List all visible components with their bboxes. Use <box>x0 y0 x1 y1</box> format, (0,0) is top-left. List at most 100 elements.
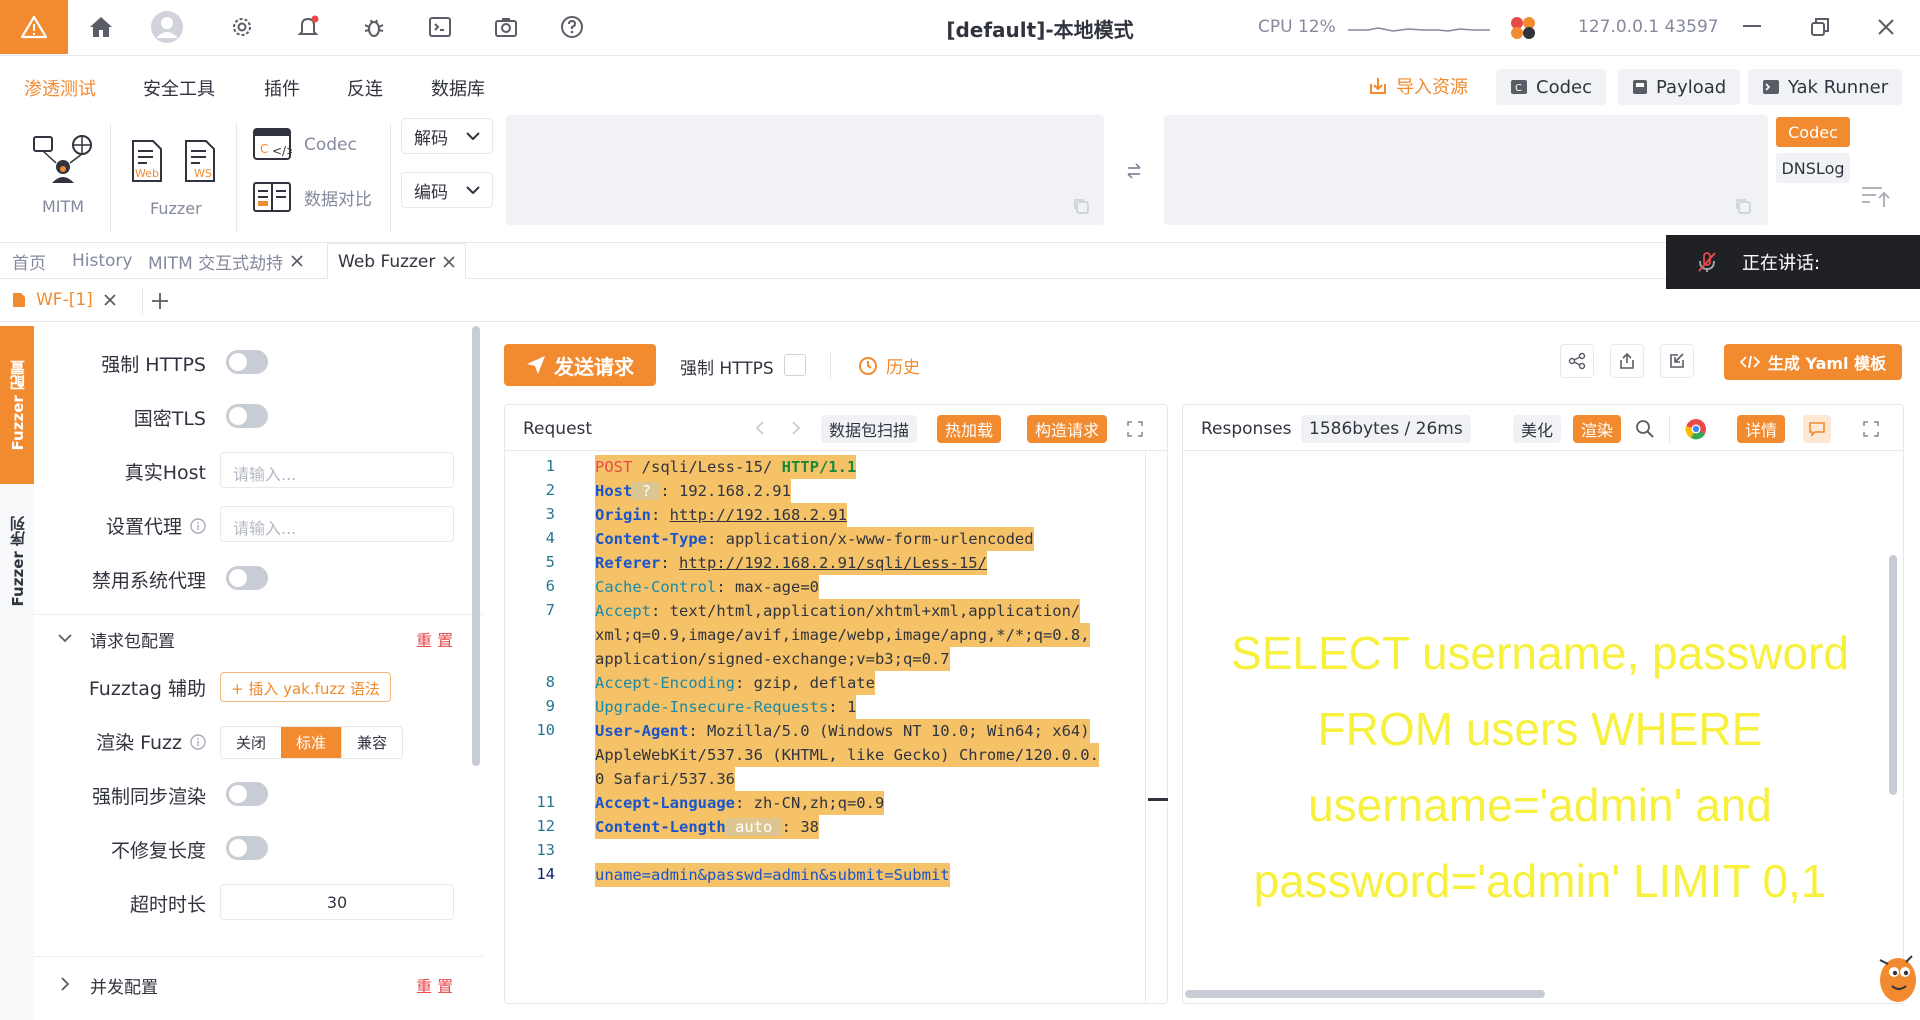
hot-load-button[interactable]: 热加载 <box>937 415 1002 443</box>
sync-render-toggle[interactable] <box>226 782 268 806</box>
codec-input-area[interactable] <box>506 115 1104 225</box>
payload-button[interactable]: Payload <box>1618 69 1741 105</box>
sort-icon[interactable] <box>1860 185 1890 209</box>
comment-button[interactable] <box>1803 415 1831 443</box>
reset-button-2[interactable]: 重 置 <box>416 973 453 997</box>
build-request-button[interactable]: 构造请求 <box>1027 415 1108 443</box>
divider <box>236 123 237 233</box>
codec-tool[interactable]: C </> Codec <box>252 127 357 163</box>
concurrency-section[interactable]: 并发配置 重 置 <box>34 956 484 1006</box>
decode-select[interactable]: 解码 <box>401 118 493 154</box>
menu-database[interactable]: 数据库 <box>431 75 485 101</box>
proxy-input[interactable]: 请输入... <box>220 506 454 542</box>
import-button[interactable] <box>1660 344 1694 378</box>
mascot-icon[interactable] <box>1872 950 1918 1008</box>
menu-plugins[interactable]: 插件 <box>264 75 300 101</box>
reset-button[interactable]: 重 置 <box>416 627 453 651</box>
menu-pentest[interactable]: 渗透测试 <box>24 75 96 101</box>
request-editor[interactable]: 1 POST /sqli/Less-15/ HTTP/1.1 2 Host ? : … <box>505 451 1145 1003</box>
fuzzer-config-tab[interactable]: Fuzzer 配置 <box>0 326 34 484</box>
fuzzer-tabs: WF-[1] <box>0 280 1920 322</box>
page-tabs: 首页 History MITM 交互式劫持 Web Fuzzer <box>0 243 1920 279</box>
insert-fuzz-syntax-button[interactable]: + 插入 yak.fuzz 语法 <box>220 672 391 702</box>
render-button[interactable]: 渲染 <box>1573 415 1622 443</box>
web-fuzzer-tool[interactable]: Web <box>126 139 166 183</box>
response-line: SELECT username, password <box>1231 627 1849 679</box>
terminal-icon[interactable] <box>423 10 457 44</box>
encode-select[interactable]: 编码 <box>401 172 493 208</box>
generate-yaml-button[interactable]: 生成 Yaml 模板 <box>1724 344 1902 380</box>
render-fuzz-row: 渲染 Fuzz 关闭 标准 兼容 <box>34 720 484 760</box>
bug-icon[interactable] <box>357 10 391 44</box>
no-fix-length-toggle[interactable] <box>226 836 268 860</box>
cpu-usage: CPU 12% <box>1258 17 1336 37</box>
responses-title: Responses <box>1201 419 1292 439</box>
response-scrollbar[interactable] <box>1889 555 1897 795</box>
real-host-input[interactable]: 请输入... <box>220 452 454 488</box>
mic-muted-icon <box>1698 252 1716 272</box>
avatar-icon[interactable] <box>150 10 184 44</box>
chevron-down-icon <box>466 132 480 140</box>
beautify-button[interactable]: 美化 <box>1513 415 1562 443</box>
minimize-icon[interactable] <box>1732 10 1772 44</box>
disable-sys-proxy-toggle[interactable] <box>226 566 268 590</box>
chrome-icon <box>1685 419 1706 440</box>
history-button[interactable]: 历史 <box>858 353 920 378</box>
tab-mitm-label: MITM 交互式劫持 <box>148 253 284 274</box>
yak-runner-button[interactable]: Yak Runner <box>1748 69 1903 105</box>
tab-history[interactable]: History <box>72 243 132 279</box>
fuzzer-config-panel: 强制 HTTPS 国密TLS 真实Host 请输入... 设置代理 请输入...… <box>34 326 484 1020</box>
share-button[interactable] <box>1560 344 1594 378</box>
disable-sys-proxy-row: 禁用系统代理 <box>34 558 484 598</box>
force-https-toggle[interactable] <box>226 350 268 374</box>
detail-button[interactable]: 详情 <box>1737 415 1786 443</box>
send-request-button[interactable]: 发送请求 <box>504 344 656 386</box>
codec-button[interactable]: C Codec <box>1496 69 1606 105</box>
gear-icon[interactable] <box>225 10 259 44</box>
camera-icon[interactable] <box>489 10 523 44</box>
render-compat-option[interactable]: 兼容 <box>341 727 402 758</box>
divider <box>142 288 143 314</box>
close-icon[interactable] <box>1866 10 1906 44</box>
force-https-checkbox[interactable] <box>784 354 806 376</box>
menu-security-tools[interactable]: 安全工具 <box>143 75 215 101</box>
reverse-connect-icon[interactable] <box>1508 14 1538 42</box>
render-off-option[interactable]: 关闭 <box>221 727 281 758</box>
compare-tool[interactable]: 数据对比 <box>252 179 372 215</box>
tab-wf-1[interactable]: WF-[1] <box>12 290 117 310</box>
gm-tls-toggle[interactable] <box>226 404 268 428</box>
tab-web-fuzzer[interactable]: Web Fuzzer <box>327 243 467 279</box>
help-icon[interactable] <box>555 10 589 44</box>
search-icon <box>1636 420 1654 438</box>
packet-scan-button[interactable]: 数据包扫描 <box>821 415 918 443</box>
restore-icon[interactable] <box>1800 10 1840 44</box>
timeout-input[interactable]: 30 <box>220 884 454 920</box>
side-scrollbar[interactable] <box>472 326 480 766</box>
swap-icon[interactable] <box>1124 161 1144 181</box>
warning-icon[interactable] <box>0 0 68 54</box>
chevron-right-icon <box>61 977 70 991</box>
response-hscrollbar[interactable] <box>1185 990 1545 998</box>
compare-label: 数据对比 <box>304 189 372 210</box>
bell-icon[interactable] <box>291 10 325 44</box>
request-config-section[interactable]: 请求包配置 重 置 <box>34 614 484 660</box>
tab-mitm[interactable]: MITM 交互式劫持 <box>148 243 303 279</box>
home-icon[interactable] <box>84 10 118 44</box>
ws-fuzzer-tool[interactable]: WS <box>181 139 221 183</box>
tab-home[interactable]: 首页 <box>12 243 46 279</box>
import-resource-button[interactable]: 导入资源 <box>1368 73 1468 99</box>
codec-tag[interactable]: Codec <box>1776 117 1850 147</box>
divider <box>110 123 111 233</box>
dnslog-tag[interactable]: DNSLog <box>1776 153 1850 183</box>
add-tab-icon[interactable] <box>150 291 170 311</box>
codec-tool-icon: C </> <box>253 128 292 160</box>
menu-reverse[interactable]: 反连 <box>347 75 383 101</box>
export-button[interactable] <box>1610 344 1644 378</box>
render-standard-option[interactable]: 标准 <box>281 727 342 758</box>
fullscreen-icon <box>1127 421 1143 437</box>
mitm-tool[interactable]: MITM <box>28 133 98 216</box>
svg-text:C: C <box>1515 83 1522 94</box>
fuzzer-sequence-tab[interactable]: Fuzzer 序列 <box>0 496 34 626</box>
codec-output-area[interactable] <box>1164 115 1768 225</box>
render-fuzz-label: 渲染 Fuzz <box>96 732 182 754</box>
